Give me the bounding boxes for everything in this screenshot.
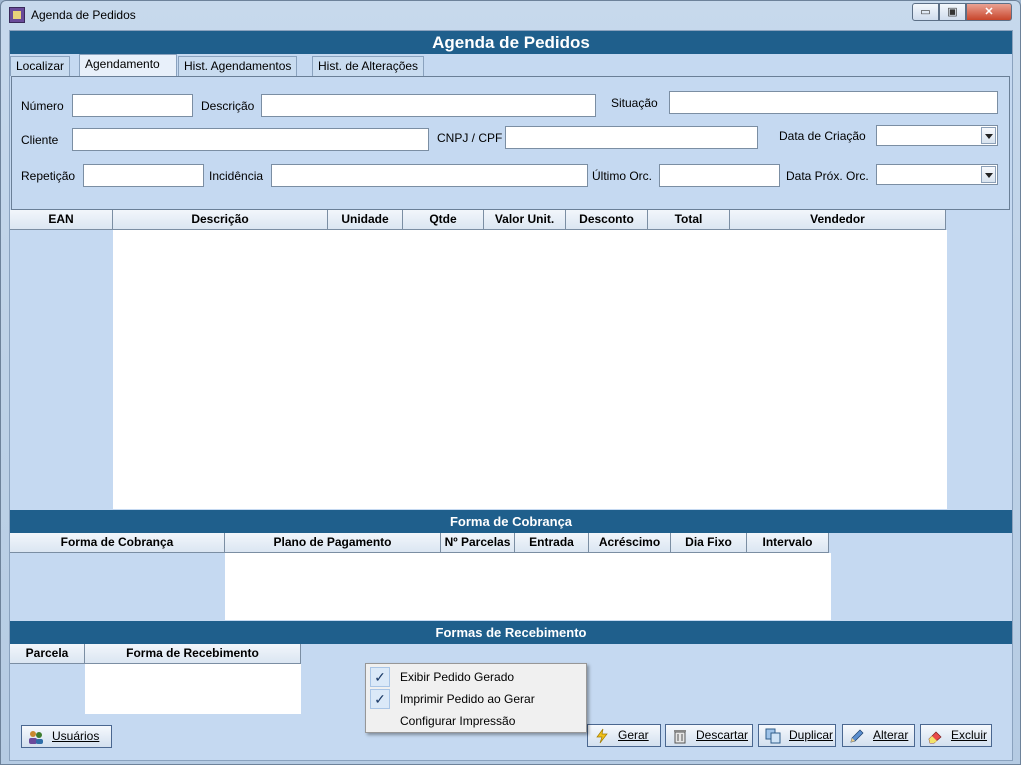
duplicate-icon (765, 728, 781, 744)
menu-item-label: Imprimir Pedido ao Gerar (400, 692, 535, 706)
page-title: Agenda de Pedidos (10, 31, 1012, 54)
usuarios-label: Usuários (52, 729, 100, 743)
col-desconto[interactable]: Desconto (566, 210, 648, 230)
client-area: Agenda de Pedidos Localizar Agendamento … (9, 30, 1013, 761)
menu-item-imprimir-pedido[interactable]: ✓ Imprimir Pedido ao Gerar (368, 688, 584, 710)
tab-strip: Localizar Agendamento Hist. Agendamentos… (10, 54, 1012, 77)
col-forma-cobranca[interactable]: Forma de Cobrança (10, 533, 225, 553)
data-criacao-label: Data de Criação (779, 129, 866, 143)
formas-recebimento-title: Formas de Recebimento (10, 621, 1012, 644)
cnpj-cpf-label: CNPJ / CPF (437, 131, 503, 145)
trash-icon (672, 728, 688, 744)
lightning-icon (594, 728, 610, 744)
menu-item-label: Configurar Impressão (400, 714, 516, 728)
users-icon (28, 729, 44, 745)
data-prox-orc-select[interactable] (876, 164, 998, 185)
numero-label: Número (21, 99, 64, 113)
pencil-icon (849, 728, 865, 744)
col-dia-fixo[interactable]: Dia Fixo (671, 533, 747, 553)
recebimento-grid-header: Parcela Forma de Recebimento (10, 644, 301, 664)
cliente-label: Cliente (21, 133, 59, 147)
data-prox-orc-label: Data Próx. Orc. (786, 169, 869, 183)
check-icon: ✓ (370, 689, 390, 709)
numero-input[interactable] (72, 94, 193, 117)
usuarios-button[interactable]: Usuários (21, 725, 112, 748)
tab-localizar[interactable]: Localizar (10, 56, 71, 76)
col-acrescimo[interactable]: Acréscimo (589, 533, 671, 553)
ultimo-orc-input[interactable] (659, 164, 780, 187)
data-criacao-select[interactable] (876, 125, 998, 146)
window-title: Agenda de Pedidos (31, 8, 136, 22)
cnpj-cpf-input[interactable] (505, 126, 758, 149)
descartar-label: Descartar (696, 728, 749, 742)
tab-hist-agendamentos[interactable]: Hist. Agendamentos (178, 56, 298, 76)
menu-item-exibir-pedido-gerado[interactable]: ✓ Exibir Pedido Gerado (368, 666, 584, 688)
col-parcela[interactable]: Parcela (10, 644, 85, 664)
col-qtde[interactable]: Qtde (403, 210, 484, 230)
col-unidade[interactable]: Unidade (328, 210, 403, 230)
menu-item-label: Exibir Pedido Gerado (400, 670, 515, 684)
gerar-button[interactable]: Gerar (587, 724, 661, 747)
col-valor-unit[interactable]: Valor Unit. (484, 210, 566, 230)
chevron-down-icon[interactable] (981, 127, 996, 144)
col-descricao[interactable]: Descrição (113, 210, 328, 230)
items-grid-header: EAN Descrição Unidade Qtde Valor Unit. D… (10, 210, 946, 230)
situacao-input[interactable] (669, 91, 998, 114)
items-grid-body[interactable] (113, 230, 947, 509)
col-entrada[interactable]: Entrada (515, 533, 589, 553)
excluir-button[interactable]: Excluir (920, 724, 992, 747)
print-options-menu: ✓ Exibir Pedido Gerado ✓ Imprimir Pedido… (365, 663, 587, 733)
col-n-parcelas[interactable]: Nº Parcelas (441, 533, 515, 553)
chevron-down-icon[interactable] (981, 166, 996, 183)
col-plano-pagamento[interactable]: Plano de Pagamento (225, 533, 441, 553)
cobranca-grid-body[interactable] (225, 553, 831, 620)
repeticao-label: Repetição (21, 169, 76, 183)
tab-agendamento[interactable]: Agendamento (79, 54, 177, 77)
ultimo-orc-label: Último Orc. (592, 169, 652, 183)
app-icon (9, 7, 25, 23)
incidencia-input[interactable] (271, 164, 588, 187)
duplicar-label: Duplicar (789, 728, 834, 742)
minimize-button[interactable]: ▭ (912, 3, 939, 21)
excluir-label: Excluir (951, 728, 988, 742)
col-total[interactable]: Total (648, 210, 730, 230)
alterar-button[interactable]: Alterar (842, 724, 915, 747)
descricao-input[interactable] (261, 94, 596, 117)
maximize-button[interactable]: ▣ (939, 3, 966, 21)
descricao-label: Descrição (201, 99, 255, 113)
col-vendedor[interactable]: Vendedor (730, 210, 946, 230)
col-intervalo[interactable]: Intervalo (747, 533, 829, 553)
title-bar: Agenda de Pedidos ▭ ▣ ✕ (1, 1, 1020, 29)
descartar-button[interactable]: Descartar (665, 724, 753, 747)
close-button[interactable]: ✕ (966, 3, 1012, 21)
check-icon: ✓ (370, 667, 390, 687)
incidencia-label: Incidência (209, 169, 264, 183)
menu-item-configurar-impressao[interactable]: Configurar Impressão (368, 710, 584, 732)
duplicar-button[interactable]: Duplicar (758, 724, 836, 747)
col-ean[interactable]: EAN (10, 210, 113, 230)
repeticao-input[interactable] (83, 164, 204, 187)
situacao-label: Situação (611, 96, 658, 110)
application-window: Agenda de Pedidos ▭ ▣ ✕ Agenda de Pedido… (0, 0, 1021, 765)
cliente-input[interactable] (72, 128, 429, 151)
agendamento-form: Número Descrição Situação Cliente CNPJ /… (11, 76, 1010, 210)
col-forma-recebimento[interactable]: Forma de Recebimento (85, 644, 301, 664)
forma-cobranca-title: Forma de Cobrança (10, 510, 1012, 533)
recebimento-grid-body[interactable] (85, 664, 301, 714)
alterar-label: Alterar (873, 728, 909, 742)
cobranca-grid-header: Forma de Cobrança Plano de Pagamento Nº … (10, 533, 829, 553)
eraser-icon (927, 728, 943, 744)
gerar-label: Gerar (618, 728, 649, 742)
tab-hist-alteracoes[interactable]: Hist. de Alterações (312, 56, 425, 76)
